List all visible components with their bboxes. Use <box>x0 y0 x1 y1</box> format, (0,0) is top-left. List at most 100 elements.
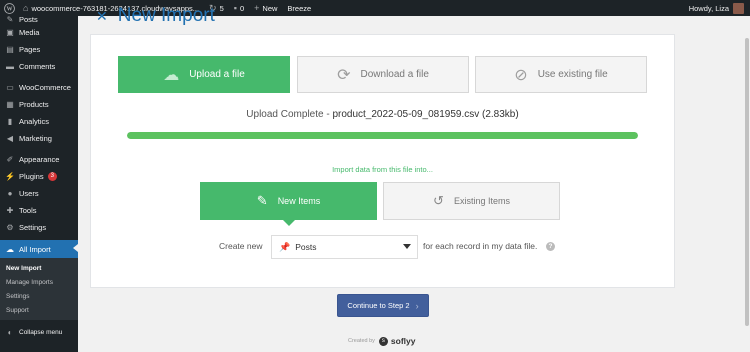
comments-icon: ▬ <box>6 62 14 71</box>
upload-progress-bar <box>127 132 638 139</box>
post-type-selected: Posts <box>295 242 317 252</box>
for-each-record-label: for each record in my data file. <box>423 241 538 251</box>
existing-items-label: Existing Items <box>453 196 510 206</box>
created-by-text: Created by <box>348 338 375 344</box>
import-into-label: Import data from this file into... <box>332 165 433 174</box>
all-import-icon: ☁ <box>6 244 14 254</box>
plus-icon: + <box>254 3 260 13</box>
created-by-footer: Created by s soflyy <box>348 336 415 346</box>
new-items-label: New Items <box>277 196 321 206</box>
products-icon: ▦ <box>6 100 14 109</box>
sidebar-item-label: Comments <box>19 62 56 71</box>
sidebar-item-products[interactable]: ▦ Products <box>0 96 78 113</box>
soflyy-logo-icon: s <box>378 336 388 346</box>
my-account-link[interactable]: Howdy, Liza <box>684 0 750 16</box>
sidebar-item-woocommerce[interactable]: ▭ WooCommerce <box>0 79 78 96</box>
settings-icon: ⚙ <box>6 223 14 232</box>
upload-file-button[interactable]: ☁ Upload a file <box>118 56 290 93</box>
collapse-menu-button[interactable]: ◐ Collapse menu <box>0 324 78 341</box>
new-content-link[interactable]: + New <box>249 0 282 16</box>
collapse-icon: ◐ <box>7 328 13 337</box>
submenu-new-import[interactable]: New Import <box>0 261 78 275</box>
existing-items-button[interactable]: ↺ Existing Items <box>383 182 560 220</box>
media-icon: ▣ <box>6 28 14 37</box>
sidebar-item-marketing[interactable]: ◀ Marketing <box>0 130 78 147</box>
sidebar-item-appearance[interactable]: ✐ Appearance <box>0 151 78 168</box>
collapse-label: Collapse menu <box>19 329 63 336</box>
updates-count: 5 <box>219 3 224 13</box>
sidebar-item-label: Marketing <box>19 134 52 143</box>
sidebar-item-label: All Import <box>19 244 51 254</box>
sidebar-item-tools[interactable]: ✚ Tools <box>0 202 78 219</box>
comment-bubble-icon: ▪ <box>233 3 237 13</box>
sidebar-item-posts[interactable]: ✎ Posts <box>0 12 78 24</box>
pencil-icon: ✎ <box>256 193 268 208</box>
use-existing-file-label: Use existing file <box>537 69 608 80</box>
page-scrollbar[interactable] <box>744 16 750 352</box>
sidebar-item-users[interactable]: ● Users <box>0 185 78 202</box>
continue-label: Continue to Step 2 <box>347 301 410 310</box>
plugins-update-badge: 3 <box>47 172 57 181</box>
page-title-text: New Import <box>117 5 215 26</box>
breeze-label: Breeze <box>287 3 312 13</box>
sidebar-item-label: Users <box>19 189 39 198</box>
cloud-sync-icon: ⟳ <box>337 66 351 84</box>
create-new-row: Create new 📌 Posts for each record in my… <box>91 235 674 259</box>
sidebar-item-label: Posts <box>19 15 38 24</box>
comments-count: 0 <box>239 3 245 13</box>
woocommerce-icon: ▭ <box>6 83 14 92</box>
sidebar-item-label: Tools <box>19 206 37 215</box>
all-import-submenu: New Import Manage Imports Settings Suppo… <box>0 258 78 320</box>
page-title: ✕ New Import <box>96 4 215 28</box>
submenu-settings[interactable]: Settings <box>0 289 78 303</box>
help-icon[interactable]: ? <box>546 242 555 251</box>
download-file-label: Download a file <box>360 69 429 80</box>
sidebar-item-label: Appearance <box>19 155 60 164</box>
upload-status: Upload Complete - product_2022-05-09_081… <box>91 109 674 120</box>
users-icon: ● <box>7 189 13 198</box>
chevron-right-icon: › <box>415 300 419 311</box>
marketing-icon: ◀ <box>6 134 14 143</box>
sidebar-item-media[interactable]: ▣ Media <box>0 24 78 41</box>
admin-sidebar: ✎ Posts ▣ Media ▤ Pages ▬ Comments ▭ Woo… <box>0 15 78 352</box>
analytics-icon: ▮ <box>7 117 13 126</box>
sidebar-item-label: Settings <box>19 223 47 232</box>
sidebar-item-label: Media <box>19 28 40 37</box>
submenu-support[interactable]: Support <box>0 303 78 317</box>
chevron-down-icon <box>403 244 411 249</box>
scrollbar-thumb[interactable] <box>745 38 749 326</box>
all-import-logo-icon: ✕ <box>96 7 108 24</box>
sidebar-item-label: Pages <box>19 45 41 54</box>
sidebar-item-settings[interactable]: ⚙ Settings <box>0 219 78 236</box>
sidebar-item-plugins[interactable]: ⚡ Plugins 3 <box>0 168 78 185</box>
tools-icon: ✚ <box>6 206 14 215</box>
comments-link[interactable]: ▪ 0 <box>229 0 249 16</box>
submenu-manage-imports[interactable]: Manage Imports <box>0 275 78 289</box>
download-file-button[interactable]: ⟳ Download a file <box>297 56 469 93</box>
create-new-label: Create new <box>219 241 263 251</box>
upload-status-text: Upload Complete <box>246 109 324 120</box>
sidebar-item-label: WooCommerce <box>19 83 71 92</box>
cloud-upload-icon: ☁ <box>163 66 180 84</box>
history-icon: ↺ <box>433 193 444 208</box>
avatar <box>733 2 744 14</box>
sidebar-item-label: Products <box>19 100 49 109</box>
breeze-link[interactable]: Breeze <box>282 0 316 16</box>
pushpin-icon: 📌 <box>279 241 291 252</box>
continue-to-step-2-button[interactable]: Continue to Step 2 › <box>337 294 429 317</box>
soflyy-brand[interactable]: soflyy <box>391 336 416 346</box>
upload-progress-fill <box>127 132 638 139</box>
paperclip-icon: ⊘ <box>514 66 528 84</box>
plugins-icon: ⚡ <box>5 172 15 181</box>
use-existing-file-button[interactable]: ⊘ Use existing file <box>475 56 647 93</box>
sidebar-item-all-import[interactable]: ☁ All Import <box>0 240 78 258</box>
sidebar-item-comments[interactable]: ▬ Comments <box>0 58 78 75</box>
sidebar-item-analytics[interactable]: ▮ Analytics <box>0 113 78 130</box>
import-panel: ☁ Upload a file ⟳ Download a file ⊘ Use … <box>90 34 675 288</box>
sidebar-item-pages[interactable]: ▤ Pages <box>0 41 78 58</box>
sidebar-item-label: Analytics <box>19 117 50 126</box>
pages-icon: ▤ <box>6 45 14 54</box>
sidebar-item-label: Plugins <box>19 172 44 181</box>
new-items-button[interactable]: ✎ New Items <box>200 182 377 226</box>
post-type-select[interactable]: 📌 Posts <box>271 235 418 259</box>
